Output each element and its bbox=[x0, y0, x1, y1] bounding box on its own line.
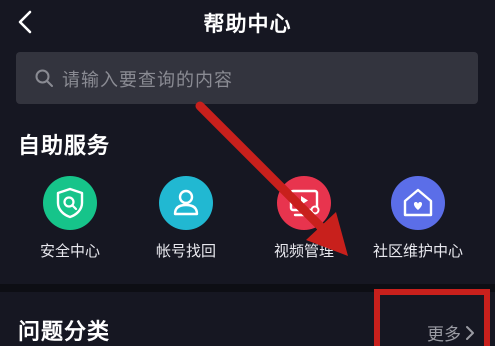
chevron-right-icon bbox=[466, 326, 474, 340]
search-placeholder: 请输入要查询的内容 bbox=[62, 70, 233, 91]
service-community-center[interactable]: 社区维护中心 bbox=[358, 174, 478, 264]
user-icon bbox=[159, 176, 213, 230]
home-heart-icon bbox=[391, 176, 445, 230]
service-label: 视频管理 bbox=[273, 242, 334, 260]
service-security-center[interactable]: 安全中心 bbox=[10, 174, 130, 264]
header-bar: 帮助中心 bbox=[0, 0, 495, 46]
service-video-management[interactable]: 视频管理 bbox=[244, 174, 364, 264]
service-label: 社区维护中心 bbox=[372, 242, 463, 260]
video-settings-icon bbox=[277, 176, 331, 230]
service-account-recovery[interactable]: 帐号找回 bbox=[126, 174, 246, 264]
more-link[interactable]: 更多 bbox=[427, 320, 475, 345]
search-icon bbox=[35, 69, 53, 87]
categories-heading: 问题分类 bbox=[18, 320, 111, 345]
self-service-heading: 自助服务 bbox=[18, 134, 111, 159]
page-title: 帮助中心 bbox=[203, 12, 292, 36]
shield-search-icon bbox=[43, 176, 97, 230]
more-label: 更多 bbox=[427, 325, 461, 345]
search-input[interactable]: 请输入要查询的内容 bbox=[16, 52, 478, 104]
section-divider bbox=[0, 284, 495, 292]
service-label: 帐号找回 bbox=[155, 242, 216, 260]
service-label: 安全中心 bbox=[39, 242, 100, 260]
